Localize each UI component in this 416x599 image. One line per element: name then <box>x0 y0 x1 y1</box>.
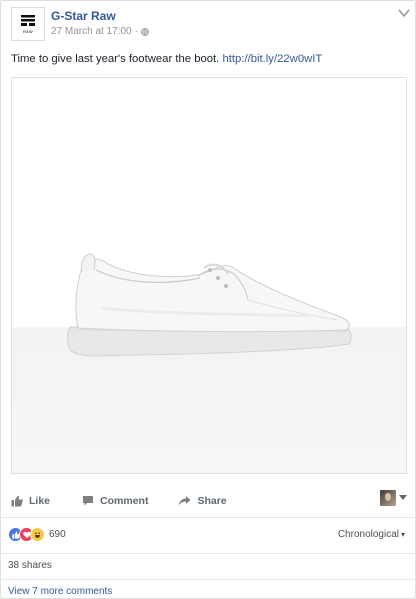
comment-bubble-icon <box>83 496 94 506</box>
comment-sort-dropdown[interactable]: Chronological ▾ <box>338 529 405 540</box>
globe-icon <box>141 27 149 36</box>
gstar-logo-icon <box>21 15 35 26</box>
post-timestamp[interactable]: 27 March at 17:00 <box>51 26 132 37</box>
logo-wordmark: RAW <box>23 29 33 34</box>
like-button[interactable]: Like <box>11 495 50 507</box>
post-text: Time to give last year's footwear the bo… <box>11 53 322 65</box>
post-options-chevron-icon[interactable] <box>397 7 411 19</box>
reactions-summary[interactable]: 690 <box>8 527 66 542</box>
post-meta: 27 March at 17:00 · <box>51 26 149 37</box>
post-link[interactable]: http://bit.ly/22w0wIT <box>222 53 322 65</box>
share-arrow-icon <box>179 496 191 506</box>
divider <box>1 579 415 580</box>
post-card: RAW G-Star Raw 27 March at 17:00 · Time … <box>0 0 416 599</box>
shares-count[interactable]: 38 shares <box>8 560 52 571</box>
thumbs-up-icon <box>11 495 23 507</box>
post-header: RAW G-Star Raw 27 March at 17:00 · <box>11 7 401 43</box>
reaction-count: 690 <box>49 529 66 540</box>
share-button[interactable]: Share <box>178 495 227 507</box>
page-logo[interactable]: RAW <box>11 7 45 41</box>
post-message: Time to give last year's footwear the bo… <box>11 53 220 65</box>
divider <box>1 553 415 554</box>
page-name[interactable]: G-Star Raw <box>51 9 116 23</box>
chevron-down-icon <box>399 495 407 500</box>
post-image[interactable] <box>11 77 407 474</box>
post-as-selector[interactable] <box>380 490 407 506</box>
share-label: Share <box>197 495 227 507</box>
meta-separator: · <box>134 26 138 37</box>
chevron-down-icon: ▾ <box>400 530 405 539</box>
view-more-comments-link[interactable]: View 7 more comments <box>8 586 112 597</box>
divider <box>1 517 415 518</box>
comment-button[interactable]: Comment <box>82 495 148 507</box>
white-shoe-image <box>67 253 352 357</box>
like-label: Like <box>29 495 51 507</box>
comment-label: Comment <box>100 495 149 507</box>
post-actions: Like Comment Share <box>11 487 407 515</box>
sort-label: Chronological <box>337 529 399 540</box>
haha-reaction-icon <box>30 527 45 542</box>
avatar <box>380 490 396 506</box>
